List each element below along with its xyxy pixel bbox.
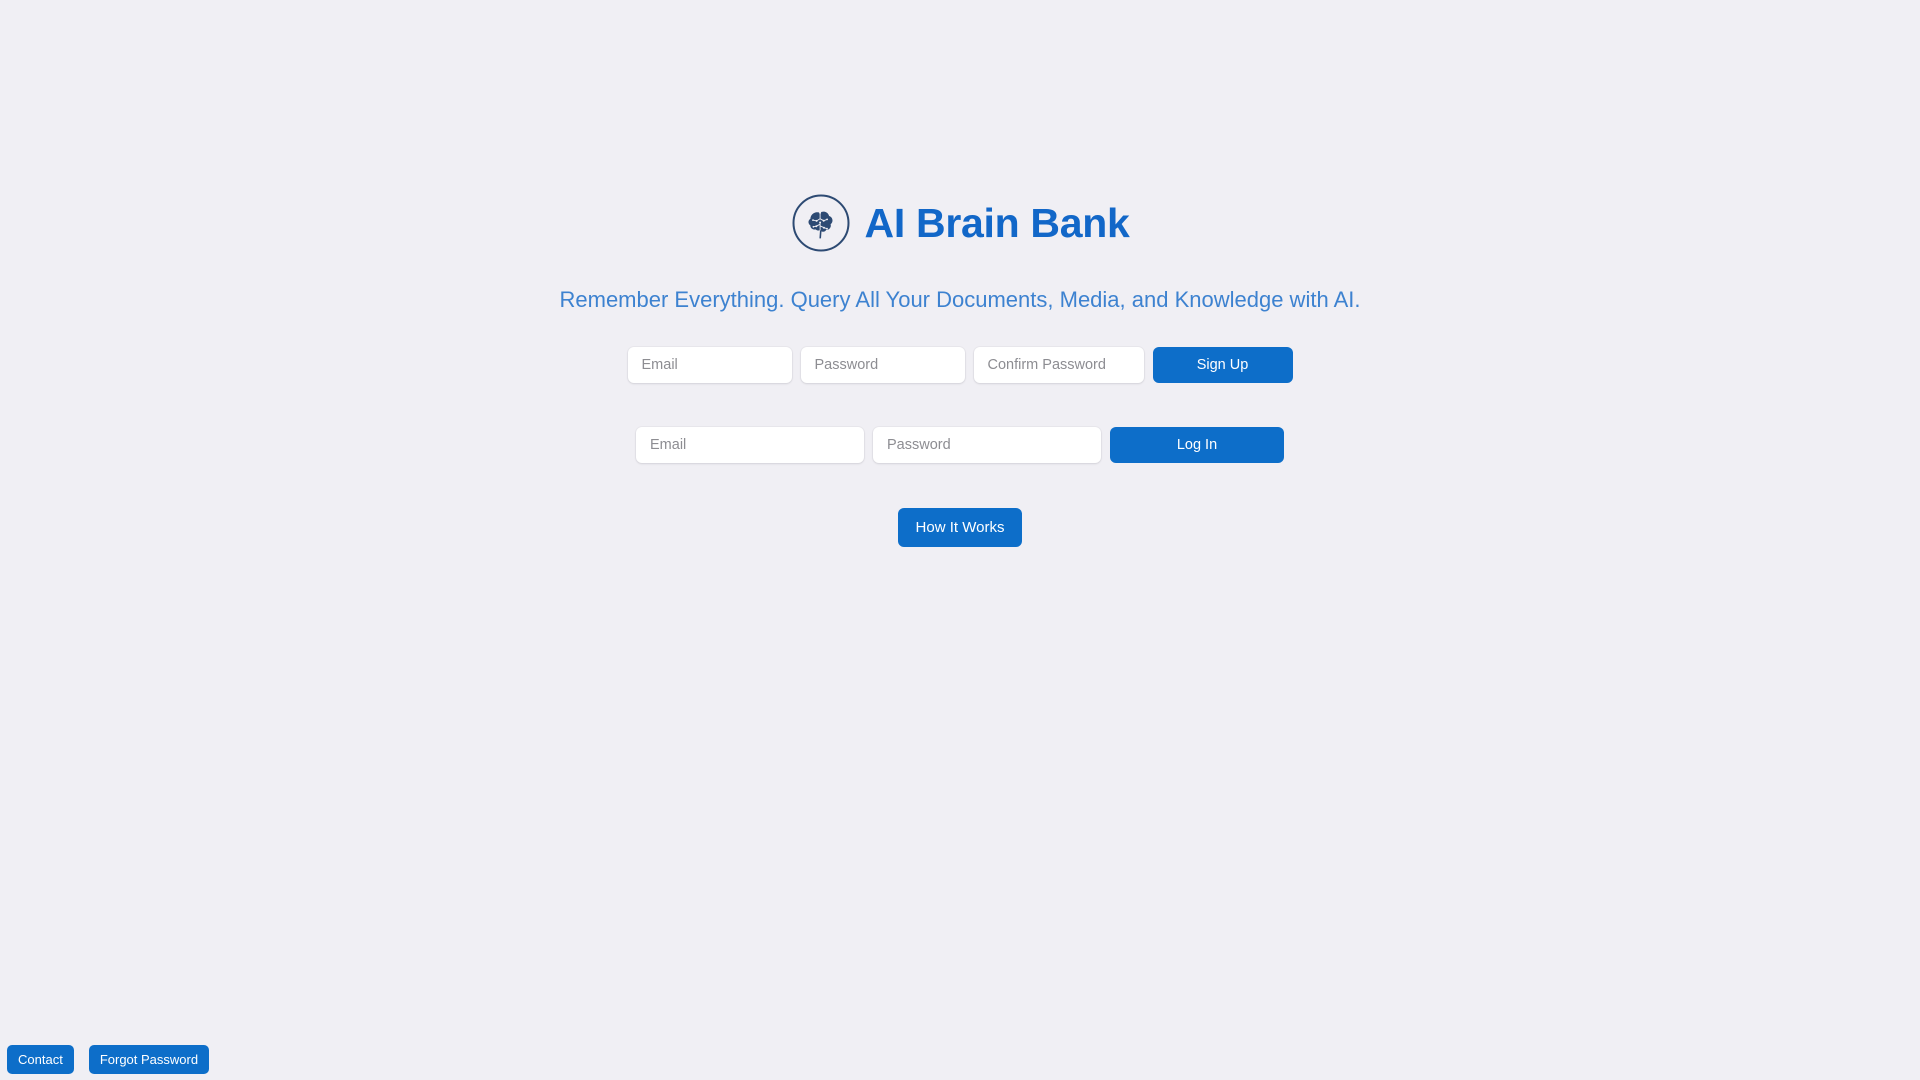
tagline: Remember Everything. Query All Your Docu… [559,287,1361,312]
forgot-password-button[interactable]: Forgot Password [88,1045,210,1074]
page-title: AI Brain Bank [864,199,1130,246]
login-form: Log In [0,427,1920,463]
signup-form: Sign Up [0,347,1920,383]
how-it-works-button[interactable]: How It Works [898,508,1022,547]
landing-page: AI Brain Bank Remember Everything. Query… [0,0,1920,1080]
footer: Contact Forgot Password [7,1045,210,1074]
brain-circle-icon [791,193,851,253]
log-in-button[interactable]: Log In [1110,427,1284,463]
signup-email-input[interactable] [627,347,792,383]
signup-confirm-password-input[interactable] [973,347,1144,383]
sign-up-button[interactable]: Sign Up [1152,347,1293,383]
brand-header: AI Brain Bank [0,193,1920,253]
contact-button[interactable]: Contact [7,1045,74,1074]
login-email-input[interactable] [636,427,864,463]
signup-password-input[interactable] [800,347,965,383]
login-password-input[interactable] [873,427,1101,463]
